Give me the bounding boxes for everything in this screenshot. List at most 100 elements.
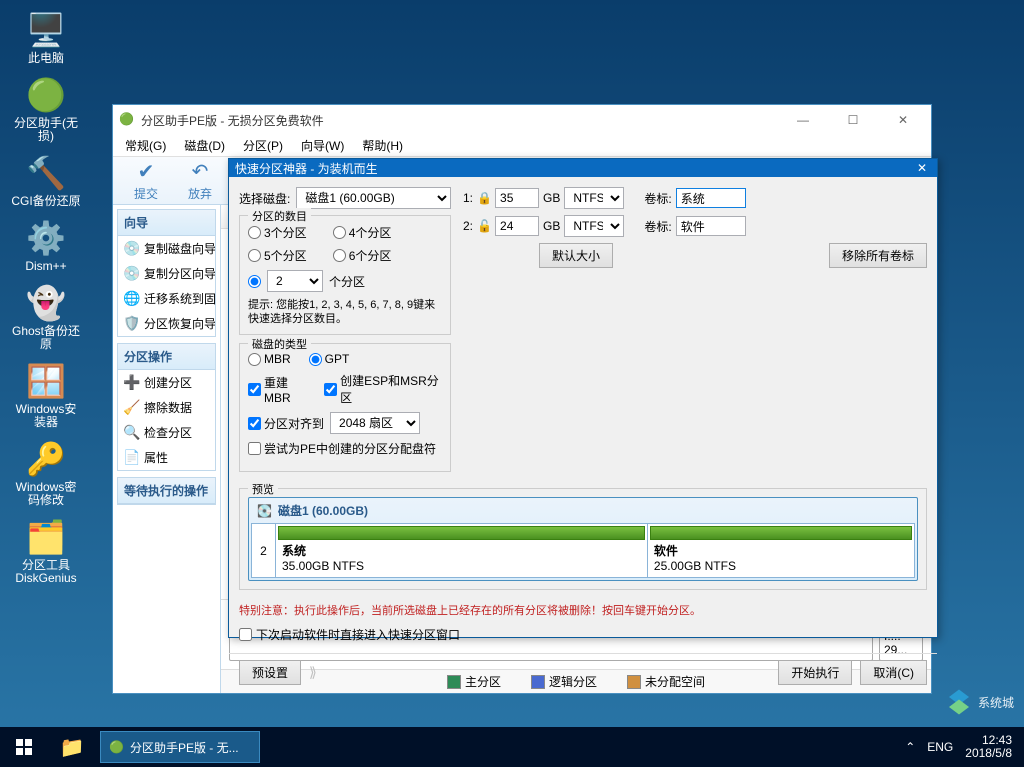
maximize-button[interactable]: ☐ <box>831 105 875 135</box>
desktop-icon-dism[interactable]: ⚙️Dism++ <box>8 216 84 275</box>
warning-text: 特别注意：执行此操作后，当前所选磁盘上已经存在的所有分区将被删除！按回车键开始分… <box>239 602 927 618</box>
sidebar-create-partition[interactable]: ➕创建分区 <box>118 370 215 395</box>
start-button[interactable]: 开始执行 <box>778 660 852 685</box>
dialog-titlebar: 快速分区神器 - 为装机而生 ✕ <box>229 159 937 177</box>
desktop-icons: 🖥️此电脑 🟢分区助手(无损) 🔨CGI备份还原 ⚙️Dism++ 👻Ghost… <box>8 8 84 587</box>
menu-wizard[interactable]: 向导(W) <box>293 135 352 156</box>
properties-icon: 📄 <box>124 450 140 466</box>
preview-boot: 2 <box>251 523 275 578</box>
taskbar-app-partition-assistant[interactable]: 🟢 分区助手PE版 - 无... <box>100 731 260 763</box>
taskbar-clock[interactable]: 12:432018/5/8 <box>965 734 1012 760</box>
expand-icon[interactable]: ⟫ <box>309 664 317 681</box>
radio-mbr[interactable]: MBR <box>248 352 291 366</box>
partition-size-2[interactable] <box>495 216 539 236</box>
menu-general[interactable]: 常规(G) <box>117 135 174 156</box>
sidebar-check-partition[interactable]: 🔍检查分区 <box>118 420 215 445</box>
sidebar-copy-disk[interactable]: 💿复制磁盘向导 <box>118 236 215 261</box>
lock-icon[interactable]: 🔒 <box>477 191 491 205</box>
preview-partition-1[interactable]: 系统35.00GB NTFS <box>275 523 647 578</box>
check-partition-icon: 🔍 <box>124 425 140 441</box>
menu-help[interactable]: 帮助(H) <box>354 135 411 156</box>
close-button[interactable]: ✕ <box>881 105 925 135</box>
dialog-footer: 预设置 ⟫ 开始执行 取消(C) <box>229 653 937 691</box>
checkbox-try-pe[interactable]: 尝试为PE中创建的分区分配盘符 <box>248 440 436 457</box>
partition-size-1[interactable] <box>495 188 539 208</box>
menu-partition[interactable]: 分区(P) <box>235 135 291 156</box>
app-icon: 🟢 <box>119 112 135 128</box>
desktop-icon-windows-password[interactable]: 🔑Windows密码修改 <box>8 437 84 509</box>
dialog-close-button[interactable]: ✕ <box>913 159 931 177</box>
partition-inputs: 1: 🔒 GB NTFS 卷标: 2: 🔓 GB NTFS <box>463 187 927 268</box>
partition-fs-1[interactable]: NTFS <box>564 187 624 209</box>
sidebar-ops-header: 分区操作 <box>118 344 215 370</box>
desktop-icon-windows-installer[interactable]: 🪟Windows安装器 <box>8 359 84 431</box>
desktop-icon-diskgenius[interactable]: 🗂️分区工具DiskGenius <box>8 515 84 587</box>
sidebar-wipe-data[interactable]: 🧹擦除数据 <box>118 395 215 420</box>
sidebar: 向导 💿复制磁盘向导 💿复制分区向导 🌐迁移系统到固 🛡️分区恢复向导 分区操作… <box>113 205 221 693</box>
titlebar: 🟢 分区助手PE版 - 无损分区免费软件 — ☐ ✕ <box>113 105 931 135</box>
start-button[interactable] <box>0 727 48 767</box>
taskbar-explorer[interactable]: 📁 <box>48 727 96 767</box>
toolbar-commit[interactable]: ✔提交 <box>121 159 171 202</box>
recovery-icon: 🛡️ <box>124 316 140 332</box>
partition-count-group: 分区的数目 3个分区 4个分区 5个分区 6个分区 2 个分区 提示: 您能 <box>239 215 451 335</box>
disk-copy-icon: 💿 <box>124 241 140 257</box>
taskbar-tray-up-icon[interactable]: ⌃ <box>905 740 915 754</box>
partition-row-2: 2: 🔓 GB NTFS 卷标: <box>463 215 927 237</box>
dialog-title: 快速分区神器 - 为装机而生 <box>235 160 913 177</box>
desktop-icon-ghost-backup[interactable]: 👻Ghost备份还原 <box>8 281 84 353</box>
preview-group: 预览 💽 磁盘1 (60.00GB) 2 系统35.00GB NTFS 软件25… <box>239 488 927 590</box>
menu-disk[interactable]: 磁盘(D) <box>176 135 233 156</box>
checkbox-create-esp[interactable]: 创建ESP和MSR分区 <box>324 372 442 406</box>
radio-4[interactable]: 4个分区 <box>333 224 392 241</box>
check-icon: ✔ <box>134 159 158 183</box>
preset-button[interactable]: 预设置 <box>239 660 301 685</box>
window-title: 分区助手PE版 - 无损分区免费软件 <box>141 112 775 129</box>
taskbar-lang[interactable]: ENG <box>927 740 953 754</box>
sidebar-pending-header: 等待执行的操作 <box>118 478 215 504</box>
sidebar-wizard-header: 向导 <box>118 210 215 236</box>
menubar: 常规(G) 磁盘(D) 分区(P) 向导(W) 帮助(H) <box>113 135 931 157</box>
align-select[interactable]: 2048 扇区 <box>330 412 420 434</box>
preview-disk-header: 💽 磁盘1 (60.00GB) <box>249 498 917 523</box>
radio-6[interactable]: 6个分区 <box>333 247 392 264</box>
partition-label-1[interactable] <box>676 188 746 208</box>
plus-icon: ➕ <box>124 375 140 391</box>
radio-gpt[interactable]: GPT <box>309 352 350 366</box>
unlock-icon[interactable]: 🔓 <box>477 219 491 233</box>
checkbox-rebuild-mbr[interactable]: 重建MBR <box>248 374 310 405</box>
sidebar-properties[interactable]: 📄属性 <box>118 445 215 470</box>
windows-icon <box>16 739 32 755</box>
default-size-button[interactable]: 默认大小 <box>539 243 613 268</box>
count-hint: 提示: 您能按1, 2, 3, 4, 5, 6, 7, 8, 9键来快速选择分区… <box>248 298 442 326</box>
checkbox-next-time[interactable]: 下次启动软件时直接进入快速分区窗口 <box>239 626 927 643</box>
watermark: 系统城 <box>944 687 1014 717</box>
radio-5[interactable]: 5个分区 <box>248 247 307 264</box>
remove-labels-button[interactable]: 移除所有卷标 <box>829 243 927 268</box>
disk-select[interactable]: 磁盘1 (60.00GB) <box>296 187 451 209</box>
taskbar-app-icon: 🟢 <box>109 740 124 754</box>
desktop-icon-cgi-backup[interactable]: 🔨CGI备份还原 <box>8 151 84 210</box>
preview-partition-2[interactable]: 软件25.00GB NTFS <box>647 523 915 578</box>
desktop-icon-partition-assistant[interactable]: 🟢分区助手(无损) <box>8 73 84 145</box>
toolbar-discard[interactable]: ↶放弃 <box>175 159 225 202</box>
partition-label-2[interactable] <box>676 216 746 236</box>
migrate-icon: 🌐 <box>124 291 140 307</box>
select-disk-label: 选择磁盘: <box>239 190 290 207</box>
radio-custom[interactable] <box>248 275 261 288</box>
sidebar-migrate-system[interactable]: 🌐迁移系统到固 <box>118 286 215 311</box>
minimize-button[interactable]: — <box>781 105 825 135</box>
partition-copy-icon: 💿 <box>124 266 140 282</box>
disk-type-group: 磁盘的类型 MBR GPT 重建MBR 创建ESP和MSR分区 分区对齐到 20… <box>239 343 451 472</box>
cancel-button[interactable]: 取消(C) <box>860 660 927 685</box>
undo-icon: ↶ <box>188 159 212 183</box>
custom-count-select[interactable]: 2 <box>267 270 323 292</box>
checkbox-align[interactable]: 分区对齐到 <box>248 415 324 432</box>
sidebar-copy-partition[interactable]: 💿复制分区向导 <box>118 261 215 286</box>
taskbar: 📁 🟢 分区助手PE版 - 无... ⌃ ENG 12:432018/5/8 <box>0 727 1024 767</box>
radio-3[interactable]: 3个分区 <box>248 224 307 241</box>
wipe-icon: 🧹 <box>124 400 140 416</box>
sidebar-partition-recovery[interactable]: 🛡️分区恢复向导 <box>118 311 215 336</box>
desktop-icon-this-pc[interactable]: 🖥️此电脑 <box>8 8 84 67</box>
partition-fs-2[interactable]: NTFS <box>564 215 624 237</box>
